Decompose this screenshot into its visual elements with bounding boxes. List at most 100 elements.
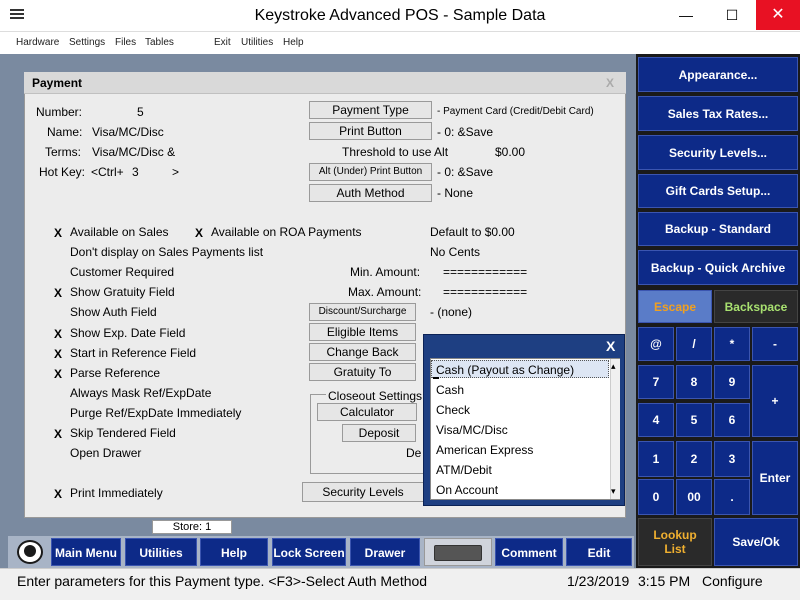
key-at[interactable]: @ [638, 327, 674, 361]
scroll-up-icon[interactable]: ▴ [611, 361, 616, 372]
customer-required-label[interactable]: Customer Required [70, 265, 174, 279]
maximize-button[interactable]: ☐ [710, 0, 754, 30]
skip-tendered-label[interactable]: Skip Tendered Field [70, 426, 176, 440]
show-exp-check[interactable]: X [54, 327, 62, 341]
default-zero-label[interactable]: Default to $0.00 [430, 225, 515, 239]
scroll-down-icon[interactable]: ▾ [611, 486, 616, 497]
minimize-button[interactable]: — [664, 0, 708, 30]
key-9[interactable]: 9 [714, 365, 750, 399]
parse-ref-check[interactable]: X [54, 367, 62, 381]
threshold-value[interactable]: $0.00 [495, 145, 525, 159]
key-2[interactable]: 2 [676, 441, 712, 477]
backup-quick-button[interactable]: Backup - Quick Archive [638, 250, 798, 285]
start-ref-label[interactable]: Start in Reference Field [70, 346, 196, 360]
key-5[interactable]: 5 [676, 403, 712, 437]
purge-ref-label[interactable]: Purge Ref/ExpDate Immediately [70, 406, 241, 420]
close-button[interactable]: ✕ [756, 0, 800, 30]
backspace-button[interactable]: Backspace [714, 290, 798, 323]
key-dot[interactable]: . [714, 479, 750, 515]
key-7[interactable]: 7 [638, 365, 674, 399]
menu-help[interactable]: Help [283, 37, 304, 48]
help-button[interactable]: Help [200, 538, 268, 566]
max-amount-value[interactable]: ============ [443, 285, 527, 299]
appearance-button[interactable]: Appearance... [638, 57, 798, 92]
start-ref-check[interactable]: X [54, 347, 62, 361]
menu-utilities[interactable]: Utilities [241, 37, 273, 48]
key-0[interactable]: 0 [638, 479, 674, 515]
keyboard-button[interactable] [424, 538, 492, 566]
show-gratuity-label[interactable]: Show Gratuity Field [70, 285, 175, 299]
min-amount-value[interactable]: ============ [443, 265, 527, 279]
save-ok-button[interactable]: Save/Ok [714, 518, 798, 566]
security-levels-panel-button[interactable]: Security Levels... [638, 135, 798, 170]
key-enter[interactable]: Enter [752, 441, 798, 515]
payment-close-icon[interactable]: X [606, 76, 614, 90]
security-levels-button[interactable]: Security Levels [302, 482, 424, 502]
list-item[interactable]: Cash [436, 383, 464, 397]
list-item[interactable]: American Express [436, 443, 533, 457]
key-1[interactable]: 1 [638, 441, 674, 477]
key-3[interactable]: 3 [714, 441, 750, 477]
key-slash[interactable]: / [676, 327, 712, 361]
change-back-button[interactable]: Change Back [309, 343, 416, 361]
menu-exit[interactable]: Exit [214, 37, 231, 48]
key-4[interactable]: 4 [638, 403, 674, 437]
menu-hardware[interactable]: Hardware [16, 37, 59, 48]
menu-tables[interactable]: Tables [145, 37, 174, 48]
payment-type-button[interactable]: Payment Type [309, 101, 432, 119]
gratuity-to-button[interactable]: Gratuity To [309, 363, 416, 381]
show-auth-label[interactable]: Show Auth Field [70, 305, 157, 319]
escape-button[interactable]: Escape [638, 290, 712, 323]
comment-button[interactable]: Comment [495, 538, 563, 566]
name-value[interactable]: Visa/MC/Disc [92, 125, 164, 139]
gift-cards-button[interactable]: Gift Cards Setup... [638, 174, 798, 208]
show-exp-label[interactable]: Show Exp. Date Field [70, 326, 185, 340]
parse-ref-label[interactable]: Parse Reference [70, 366, 160, 380]
key-8[interactable]: 8 [676, 365, 712, 399]
key-plus[interactable]: + [752, 365, 798, 437]
open-drawer-label[interactable]: Open Drawer [70, 446, 141, 460]
auth-method-button[interactable]: Auth Method [309, 184, 432, 202]
utilities-button[interactable]: Utilities [125, 538, 197, 566]
always-mask-label[interactable]: Always Mask Ref/ExpDate [70, 386, 211, 400]
lookup-list-button[interactable]: Lookup List [638, 518, 712, 566]
backup-standard-button[interactable]: Backup - Standard [638, 212, 798, 246]
list-item[interactable]: Visa/MC/Disc [436, 423, 508, 437]
print-immediately-check[interactable]: X [54, 487, 62, 501]
main-menu-button[interactable]: Main Menu [51, 538, 121, 566]
skip-tendered-check[interactable]: X [54, 427, 62, 441]
print-immediately-label[interactable]: Print Immediately [70, 486, 163, 500]
hotkey-value[interactable]: 3 [132, 165, 139, 179]
list-item[interactable]: Cash (Payout as Change) [436, 363, 574, 377]
key-00[interactable]: 00 [676, 479, 712, 515]
eligible-items-button[interactable]: Eligible Items [309, 323, 416, 341]
dont-display-label[interactable]: Don't display on Sales Payments list [70, 245, 263, 259]
list-item[interactable]: Check [436, 403, 470, 417]
no-cents-label[interactable]: No Cents [430, 245, 480, 259]
key-minus[interactable]: - [752, 327, 798, 361]
discount-surcharge-button[interactable]: Discount/Surcharge [309, 303, 416, 321]
terms-value[interactable]: Visa/MC/Disc & [92, 145, 175, 159]
lock-screen-button[interactable]: Lock Screen [272, 538, 346, 566]
available-roa-check[interactable]: X [195, 226, 203, 240]
list-item[interactable]: On Account [436, 483, 498, 497]
menu-files[interactable]: Files [115, 37, 136, 48]
available-sales-label[interactable]: Available on Sales [70, 225, 169, 239]
list-item[interactable]: ATM/Debit [436, 463, 492, 477]
menu-settings[interactable]: Settings [69, 37, 105, 48]
alt-print-button[interactable]: Alt (Under) Print Button [309, 163, 432, 181]
drawer-button[interactable]: Drawer [350, 538, 420, 566]
number-value[interactable]: 5 [137, 105, 144, 119]
deposit-button[interactable]: Deposit [342, 424, 416, 442]
popup-scrollbar[interactable] [610, 359, 620, 499]
edit-button[interactable]: Edit [566, 538, 632, 566]
available-roa-label[interactable]: Available on ROA Payments [211, 225, 362, 239]
show-gratuity-check[interactable]: X [54, 286, 62, 300]
key-star[interactable]: * [714, 327, 750, 361]
key-6[interactable]: 6 [714, 403, 750, 437]
popup-close-icon[interactable]: X [606, 338, 615, 354]
calculator-button[interactable]: Calculator [317, 403, 417, 421]
sales-tax-button[interactable]: Sales Tax Rates... [638, 96, 798, 131]
print-button[interactable]: Print Button [309, 122, 432, 140]
available-sales-check[interactable]: X [54, 226, 62, 240]
